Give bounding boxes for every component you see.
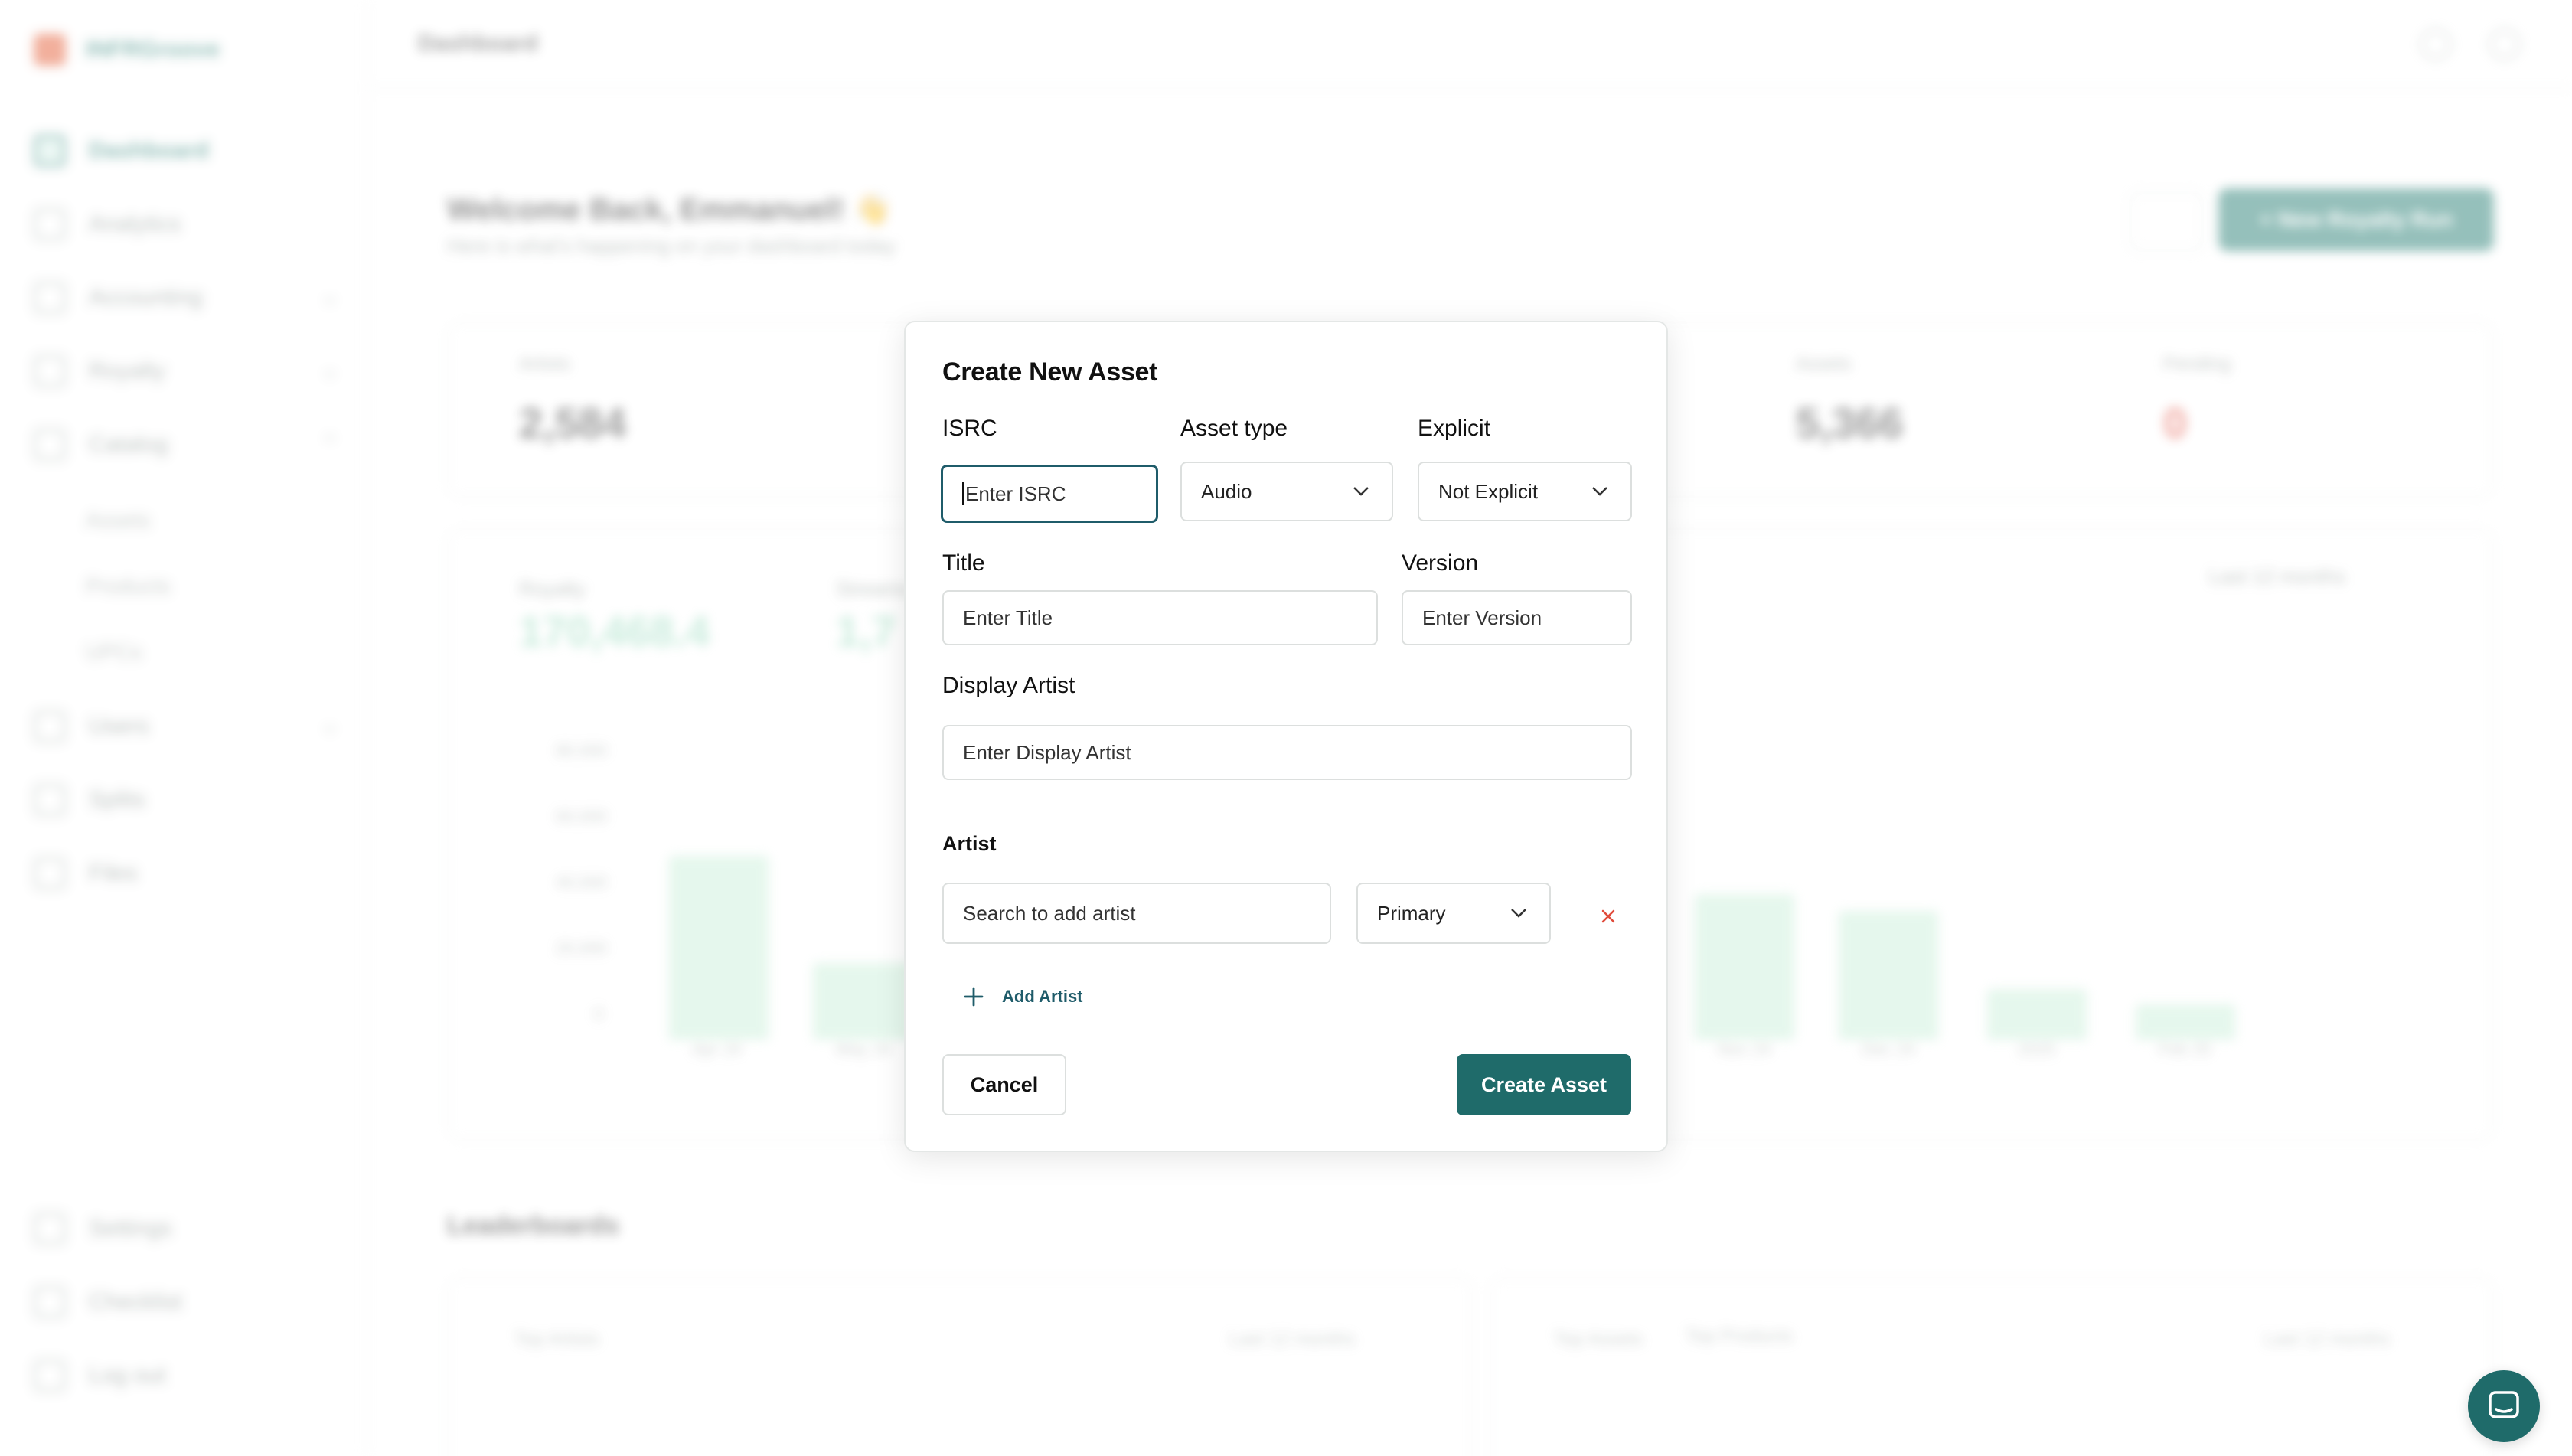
version-label: Version — [1402, 550, 1479, 576]
title-label: Title — [942, 550, 985, 576]
explicit-label: Explicit — [1418, 416, 1491, 441]
text-cursor — [962, 482, 964, 505]
chevron-down-icon — [1350, 480, 1372, 503]
artist-label: Artist — [942, 832, 997, 855]
remove-artist-button[interactable] — [1594, 903, 1622, 930]
display-artist-input[interactable]: Enter Display Artist — [942, 725, 1632, 780]
create-asset-button[interactable]: Create Asset — [1457, 1054, 1631, 1115]
chat-launcher-button[interactable] — [2468, 1370, 2540, 1442]
chevron-down-icon — [1588, 480, 1611, 503]
isrc-label: ISRC — [942, 416, 997, 441]
version-input[interactable]: Enter Version — [1402, 590, 1632, 645]
asset-type-select[interactable]: Audio — [1180, 462, 1393, 521]
asset-type-label: Asset type — [1180, 416, 1288, 441]
add-artist-button[interactable]: Add Artist — [964, 987, 1083, 1007]
title-input[interactable]: Enter Title — [942, 590, 1378, 645]
cancel-button[interactable]: Cancel — [942, 1054, 1066, 1115]
modal-title: Create New Asset — [942, 357, 1158, 387]
isrc-input[interactable]: Enter ISRC — [941, 465, 1158, 523]
chevron-down-icon — [1507, 902, 1530, 925]
artist-role-select[interactable]: Primary — [1356, 883, 1551, 944]
artist-search-input[interactable]: Search to add artist — [942, 883, 1331, 944]
close-icon — [1601, 909, 1615, 923]
plus-icon — [964, 987, 984, 1007]
display-artist-label: Display Artist — [942, 673, 1075, 698]
chat-icon — [2489, 1391, 2519, 1418]
explicit-select[interactable]: Not Explicit — [1418, 462, 1632, 521]
create-asset-modal: Create New Asset ISRC Enter ISRC Asset t… — [904, 321, 1668, 1152]
